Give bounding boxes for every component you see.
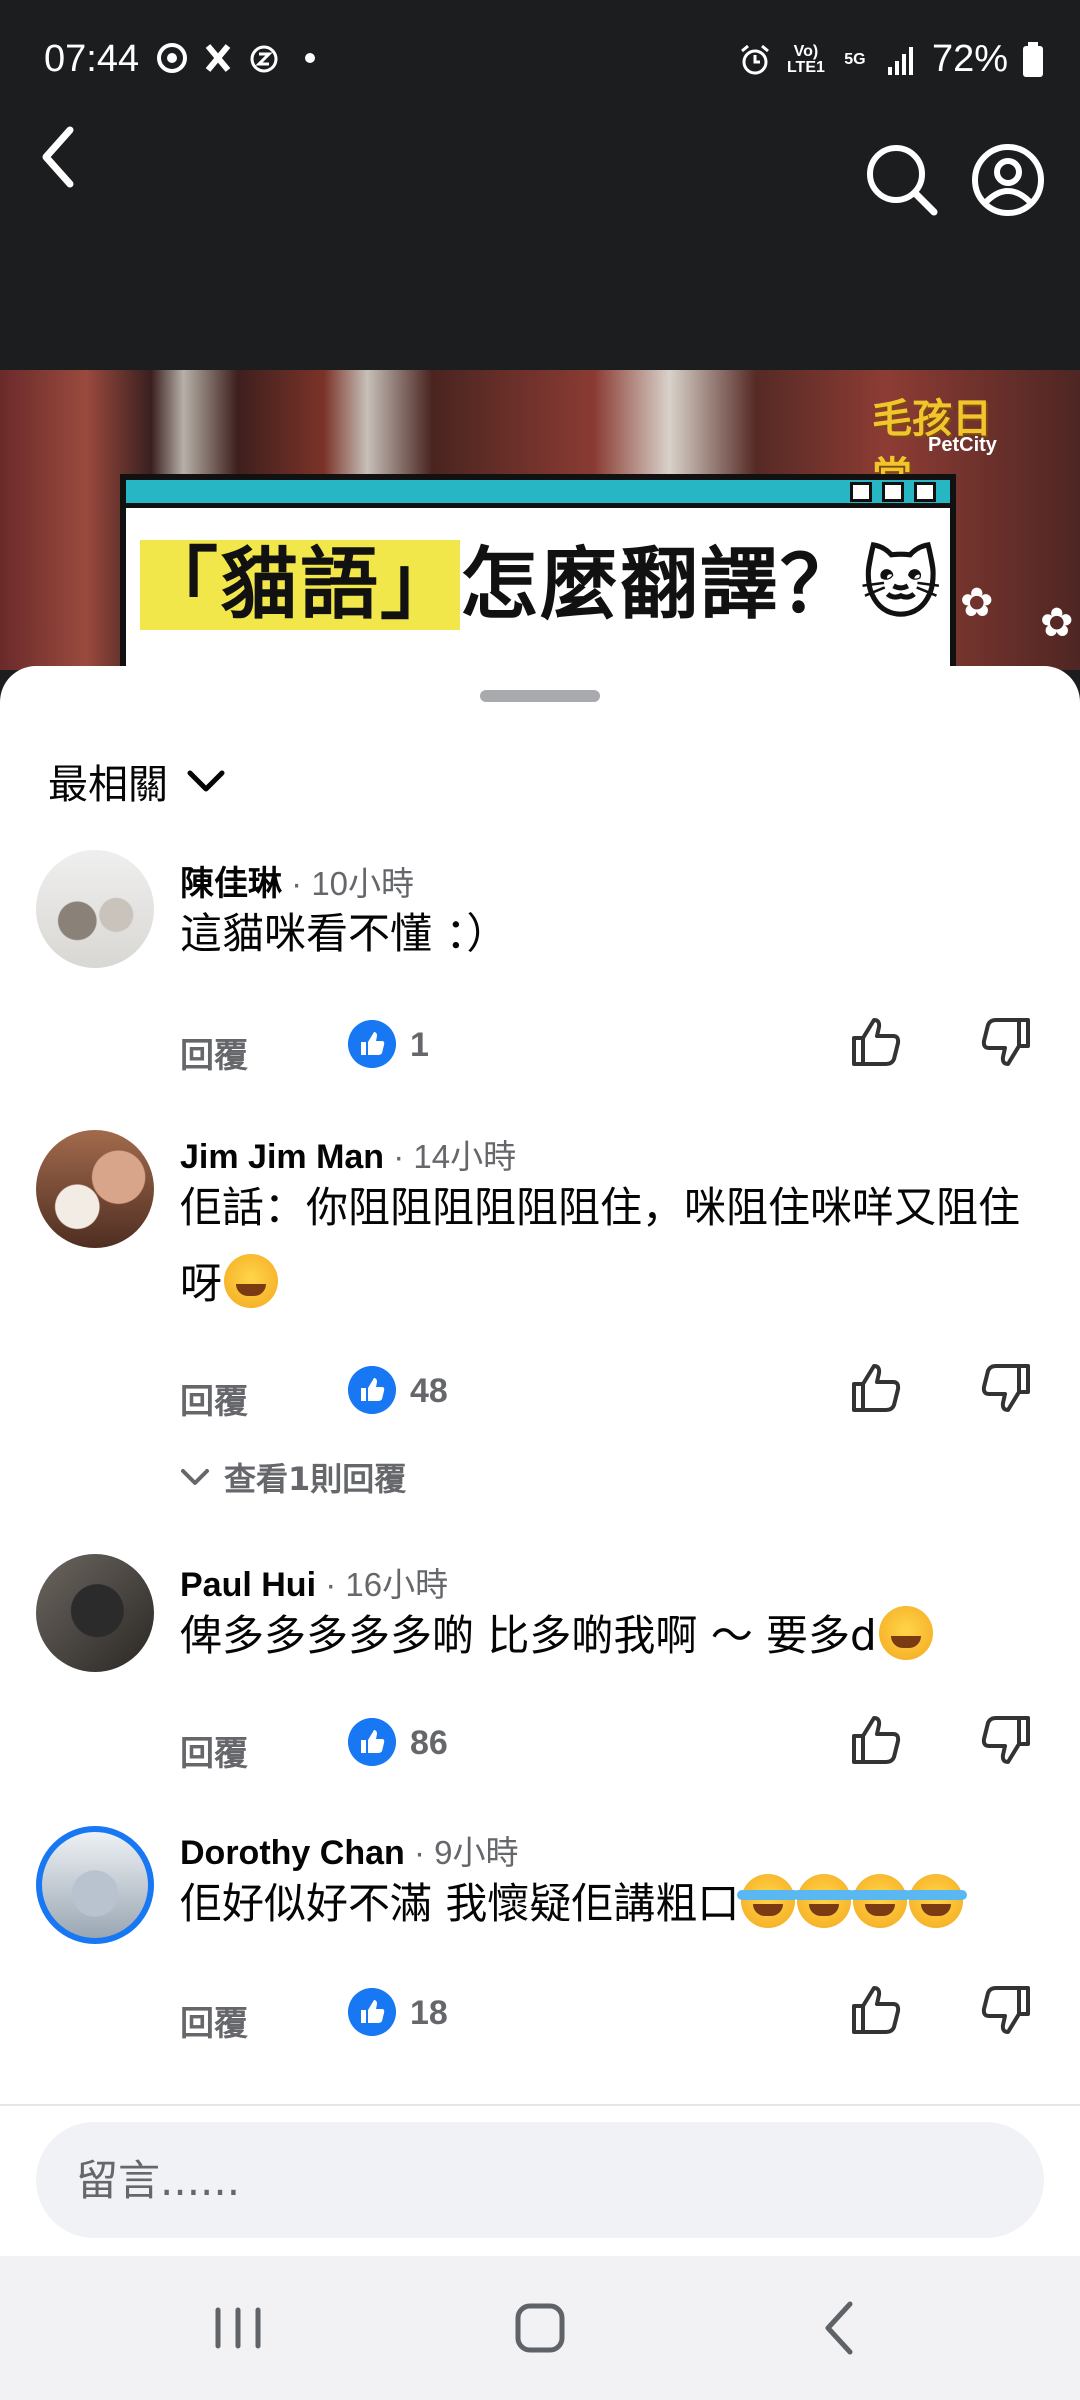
dot-icon (305, 53, 315, 63)
sort-label: 最相關 (48, 763, 168, 807)
thumbs-down-icon[interactable] (976, 1980, 1036, 2040)
back-arrow-icon[interactable] (30, 120, 100, 210)
video-thumbnail[interactable]: 毛孩日常 PetCity ✿ ✿ 「貓語」怎麼翻譯？🐱 (0, 370, 1080, 670)
chrome-icon (157, 43, 187, 73)
reply-button[interactable]: 回覆 (180, 1996, 248, 2045)
system-nav-bar (0, 2256, 1080, 2400)
window-title-bar (126, 480, 950, 508)
thumbs-up-icon[interactable] (846, 1710, 906, 1770)
thumbs-up-icon[interactable] (846, 1980, 906, 2040)
thumbs-up-icon[interactable] (846, 1358, 906, 1418)
view-replies-label: 查看1則回覆 (224, 1460, 407, 1498)
status-bar: 07:44 Vo) LTE1 5G 72% (0, 0, 1080, 120)
laughing-emoji-icon (224, 1254, 279, 1308)
comment-actions: 回覆 1 (180, 1018, 1040, 1078)
status-system-icons: Vo) LTE1 5G 72% (738, 38, 1044, 81)
comment-text: 佢話：你阻阻阻阻阻阻住，咪阻住咪咩又阻住呀 (180, 1183, 1021, 1308)
avatar[interactable] (36, 1554, 154, 1672)
nav-back-icon[interactable] (802, 2292, 882, 2364)
rofl-emoji-icon (737, 1874, 800, 1928)
rofl-emoji-icon (905, 1874, 968, 1928)
avatar[interactable] (36, 1826, 154, 1944)
battery-percent: 72% (931, 38, 1008, 80)
comments-sheet: 最相關 陳佳琳 · 10小時 這貓咪看不懂 ：） 回覆 1 Jim Jim Ma… (0, 666, 1080, 2104)
petcity-logo: 毛孩日常 PetCity (872, 386, 1012, 500)
volte-label: Vo) LTE1 (786, 42, 825, 76)
like-count: 18 (410, 1994, 448, 2032)
like-reaction-icon (348, 1020, 396, 1068)
alarm-icon (740, 44, 769, 74)
sheet-drag-handle[interactable] (480, 690, 600, 702)
like-count: 48 (410, 1372, 448, 1410)
video-title: 「貓語」怎麼翻譯？🐱 (140, 522, 943, 634)
like-reaction-icon (348, 1988, 396, 2036)
video-title-rest: 怎麼翻譯？ (460, 540, 861, 630)
like-count: 1 (410, 1026, 429, 1064)
view-replies-button[interactable]: 查看1則回覆 (180, 1454, 406, 1500)
home-icon[interactable] (500, 2292, 580, 2364)
chevron-down-icon (181, 1469, 209, 1485)
status-notification-icons (156, 42, 326, 74)
comment-text: 俾多多多多多啲 比多啲我啊 ～ 要多d (180, 1598, 1040, 1674)
rofl-emoji-icon (793, 1874, 856, 1928)
sort-dropdown[interactable]: 最相關 (48, 752, 226, 810)
comment-actions: 回覆 18 (180, 1986, 1040, 2046)
comment-text: 這貓咪看不懂 ：） (180, 909, 509, 958)
thumbs-down-icon[interactable] (976, 1012, 1036, 1072)
video-title-highlight: 「貓語」 (140, 540, 461, 630)
avatar[interactable] (36, 850, 154, 968)
like-reaction-icon (348, 1718, 396, 1766)
comment-input[interactable] (36, 2122, 1044, 2238)
paw-icon: ✿ (1040, 601, 1074, 645)
comment-text: 佢好似好不滿 我懷疑佢講粗口 (180, 1866, 1040, 1942)
battery-icon (1023, 41, 1043, 77)
avatar[interactable] (36, 1130, 154, 1248)
profile-icon[interactable] (968, 140, 1048, 220)
x-app-icon (205, 44, 231, 72)
paw-icon: ✿ (960, 581, 994, 625)
thumbs-up-icon[interactable] (846, 1012, 906, 1072)
comment-input-bar (0, 2104, 1080, 2256)
thumbs-down-icon[interactable] (976, 1358, 1036, 1418)
comment-actions: 回覆 48 (180, 1364, 1040, 1424)
chevron-down-icon (187, 770, 225, 792)
signal-icon (887, 46, 913, 75)
reply-button[interactable]: 回覆 (180, 1726, 248, 1775)
logo-sub-text: PetCity (928, 434, 997, 456)
alarm-z-icon (250, 45, 278, 73)
rofl-emoji-icon (849, 1874, 912, 1928)
comment-actions: 回覆 86 (180, 1716, 1040, 1776)
like-count: 86 (410, 1724, 448, 1762)
drooling-emoji-icon (878, 1606, 933, 1660)
video-title-card: 「貓語」怎麼翻譯？🐱 (120, 474, 956, 670)
reply-button[interactable]: 回覆 (180, 1374, 248, 1423)
minimize-icon (850, 482, 872, 502)
network-type-label: 5G (844, 50, 866, 68)
cat-emoji-icon: 🐱 (860, 540, 944, 630)
search-icon[interactable] (862, 140, 942, 220)
like-reaction-icon (348, 1366, 396, 1414)
app-bar (0, 120, 1080, 370)
status-time: 07:44 (44, 38, 140, 80)
close-icon (914, 482, 936, 502)
thumbs-down-icon[interactable] (976, 1710, 1036, 1770)
maximize-icon (882, 482, 904, 502)
reply-button[interactable]: 回覆 (180, 1028, 248, 1077)
recent-apps-icon[interactable] (198, 2292, 278, 2364)
